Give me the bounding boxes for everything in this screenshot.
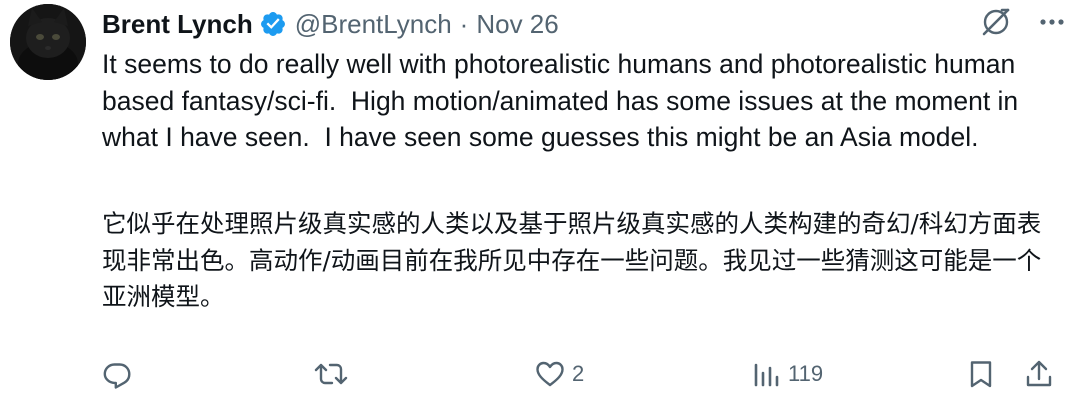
reply-icon (103, 363, 131, 389)
like-button[interactable]: 2 (534, 354, 584, 394)
share-button[interactable] (1024, 354, 1054, 394)
retweet-icon (314, 363, 348, 385)
tweet-card: Brent Lynch @BrentLynch · Nov 26 It seem… (0, 0, 1080, 407)
views-icon (754, 363, 779, 387)
verified-badge-icon[interactable] (259, 10, 287, 38)
grok-icon[interactable] (980, 6, 1012, 38)
share-icon (1026, 360, 1052, 387)
tweet-date[interactable]: Nov 26 (476, 9, 558, 40)
tweet-text-chinese: 它似乎在处理照片级真实感的人类以及基于照片级真实感的人类构建的奇幻/科幻方面表现… (102, 209, 1042, 311)
tweet-header: Brent Lynch @BrentLynch · Nov 26 (102, 6, 559, 42)
display-name[interactable]: Brent Lynch (102, 9, 253, 40)
header-separator: · (459, 8, 469, 39)
avatar[interactable] (10, 4, 86, 80)
bookmark-button[interactable] (966, 354, 996, 394)
more-icon[interactable] (1038, 8, 1066, 36)
user-handle[interactable]: @BrentLynch (295, 9, 452, 40)
retweet-button[interactable] (314, 354, 354, 394)
reply-button[interactable] (102, 354, 138, 394)
tweet-text-english: It seems to do really well with photorea… (102, 49, 1026, 152)
views-button[interactable]: 119 (752, 354, 823, 394)
tweet-action-bar: 2 119 (0, 354, 1080, 394)
like-count: 2 (572, 361, 585, 386)
tweet-top-actions (980, 6, 1066, 38)
bookmark-icon (970, 361, 992, 388)
avatar-cat-image (10, 4, 86, 80)
views-count: 119 (788, 361, 824, 386)
heart-icon (536, 361, 564, 387)
